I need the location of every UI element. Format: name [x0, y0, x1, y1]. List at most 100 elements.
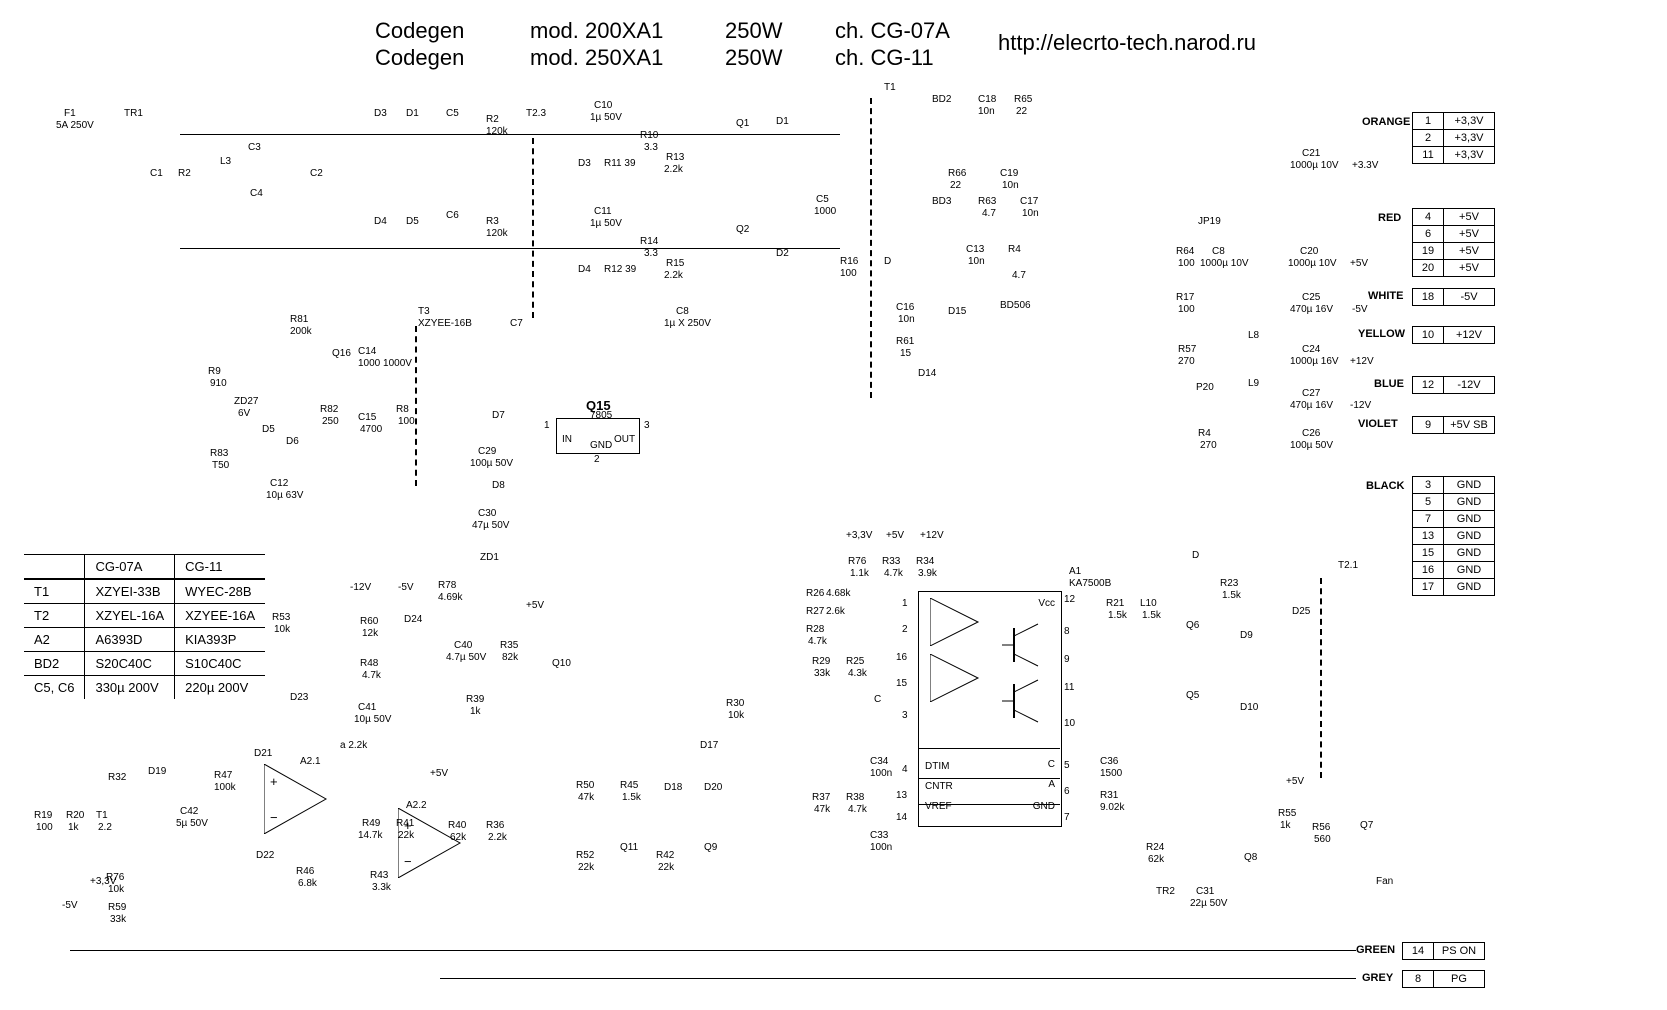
ref-R34: R34 [916, 556, 934, 567]
ref-R26v: 4.68k [826, 588, 850, 599]
ref-R82v: 250 [322, 416, 339, 427]
ref-R15: R15 [666, 258, 684, 269]
ref-Q7: Q7 [1360, 820, 1373, 831]
ref-C30v: 47µ 50V [472, 520, 509, 531]
ref-R83: R83 [210, 448, 228, 459]
ref-R28: R28 [806, 624, 824, 635]
ref-C36v: 1500 [1100, 768, 1122, 779]
ref-D20: D20 [704, 782, 722, 793]
ref-C21: C21 [1302, 148, 1320, 159]
ref-C34: C34 [870, 756, 888, 767]
rail-top [180, 134, 840, 135]
out-red-label: RED [1378, 212, 1401, 224]
ref-R39v: 1k [470, 706, 481, 717]
ref-R46: R46 [296, 866, 314, 877]
transformer-t1-core [870, 98, 872, 398]
ref-R78: R78 [438, 580, 456, 591]
ref-R33v: 4.7k [884, 568, 903, 579]
ref-R27: R27 [806, 606, 824, 617]
ref-D8: D8 [492, 480, 505, 491]
ref-C25v: 470µ 16V [1290, 304, 1333, 315]
ref-R34v: 3.9k [918, 568, 937, 579]
ref-C19v: 10n [1002, 180, 1019, 191]
ref-TR2: TR2 [1156, 886, 1175, 897]
ref-R28v: 4.7k [808, 636, 827, 647]
ref-R46v: 6.8k [298, 878, 317, 889]
ref-R64: R64 [1176, 246, 1194, 257]
ref-C10: C10 [594, 100, 612, 111]
ref-Q11: Q11 [620, 842, 638, 853]
hdr-l2d: ch. CG-11 [835, 45, 934, 71]
hdr-l2b: mod. 250XA1 [530, 45, 663, 71]
ref-p5d: +5V [526, 600, 544, 611]
ref-R53v: 10k [274, 624, 290, 635]
out-black-label: BLACK [1366, 480, 1405, 492]
ref-C15: C15 [358, 412, 376, 423]
ref-p12t: +12V [920, 530, 944, 541]
ref-R20: R20 [66, 810, 84, 821]
ref-R16: R16 [840, 256, 858, 267]
ref-R4v: 270 [1200, 440, 1217, 451]
ref-R2b: R2 [486, 114, 499, 125]
ref-R53: R53 [272, 612, 290, 623]
a1-pin: 2 [902, 624, 908, 635]
ref-C42v: 5µ 50V [176, 818, 208, 829]
ref-p5: +5V [1350, 258, 1368, 269]
ref-R41v: 22k [398, 830, 414, 841]
out-orange: 1+3,3V 2+3,3V 11+3,3V [1412, 112, 1495, 164]
ref-Q9: Q9 [704, 842, 717, 853]
a1-pin: 15 [896, 678, 907, 689]
ref-R2bv: 120k [486, 126, 508, 137]
ref-p5e: +5V [1286, 776, 1304, 787]
divider [918, 748, 1060, 749]
ref-Q16: Q16 [332, 348, 351, 359]
ref-C18v: 10n [978, 106, 995, 117]
ref-D10: D10 [1240, 702, 1258, 713]
out-green-label: GREEN [1356, 944, 1395, 956]
ref-R45v: 1.5k [622, 792, 641, 803]
ref-D5b: D5 [262, 424, 275, 435]
ref-R52v: 22k [578, 862, 594, 873]
hdr-l2a: Codegen [375, 45, 464, 71]
a1-pin: 4 [902, 764, 908, 775]
ref-R24: R24 [1146, 842, 1164, 853]
ref-R40: R40 [448, 820, 466, 831]
ref-T21: T2.1 [1338, 560, 1358, 571]
ref-R65: R65 [1014, 94, 1032, 105]
ref-R30: R30 [726, 698, 744, 709]
ref-C11: C11 [594, 206, 612, 217]
transistor-icon [1002, 622, 1050, 668]
out-grey-label: GREY [1362, 972, 1393, 984]
ref-p5t: +5V [886, 530, 904, 541]
out-blue-label: BLUE [1374, 378, 1404, 390]
ref-C20: C20 [1300, 246, 1318, 257]
a1-pin: 11 [1064, 682, 1074, 693]
ref-R32: R32 [108, 772, 126, 783]
out-violet-label: VIOLET [1358, 418, 1398, 430]
ref-C31: C31 [1196, 886, 1214, 897]
divider [918, 778, 1060, 779]
ref-D7: D7 [492, 410, 505, 421]
ref-D5: D5 [406, 216, 419, 227]
q15-pin: 3 [644, 420, 650, 431]
ref-C34v: 100n [870, 768, 892, 779]
ref-R47v: 100k [214, 782, 236, 793]
a1-part: KA7500B [1069, 578, 1111, 589]
ref-TR1: TR1 [124, 108, 143, 119]
ref-R17: R17 [1176, 292, 1194, 303]
ref-R19: R19 [34, 810, 52, 821]
ref-Fan: Fan [1376, 876, 1393, 887]
ref-L9: L9 [1248, 378, 1259, 389]
ref-R13: R13 [666, 152, 684, 163]
ref-C2: C2 [310, 168, 323, 179]
ref-BD3: BD3 [932, 196, 951, 207]
ref-T1bv: 2.2 [98, 822, 112, 833]
transistor-icon [1002, 678, 1050, 724]
q15-lbl: OUT [614, 434, 635, 445]
q15-part: 7805 [590, 410, 612, 421]
ref-R4: R4 [1198, 428, 1211, 439]
ref-R76v: 10k [108, 884, 124, 895]
ref-R9v: 910 [210, 378, 227, 389]
ref-R10v: 3.3 [644, 142, 658, 153]
ref-R16v: 100 [840, 268, 857, 279]
